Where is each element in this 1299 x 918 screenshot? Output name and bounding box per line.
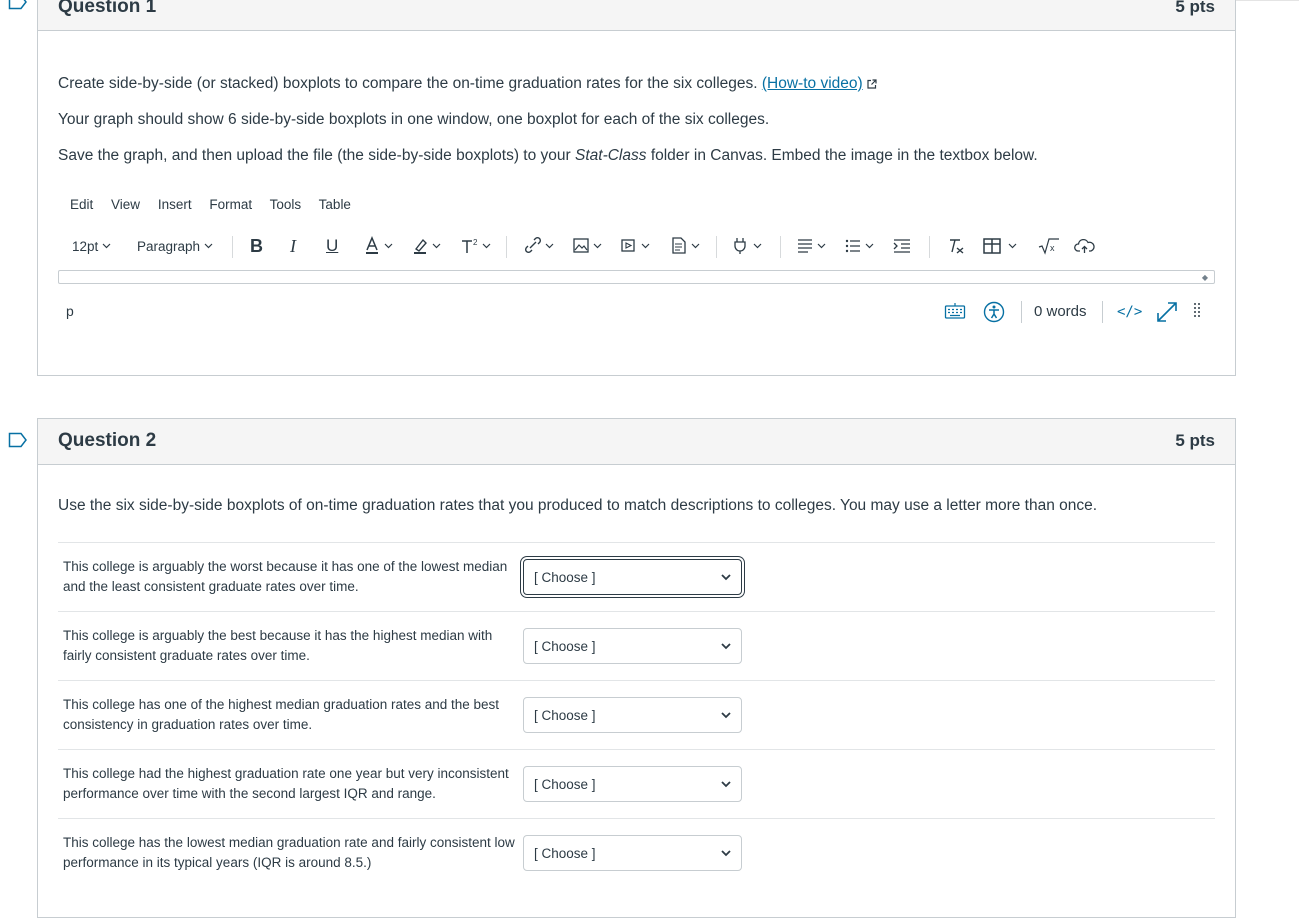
drag-handle-icon[interactable] (1192, 301, 1202, 321)
align-icon[interactable] (796, 233, 830, 259)
flag-question-icon[interactable] (8, 0, 28, 10)
font-size-dropdown[interactable]: 12pt (72, 233, 111, 259)
match-row: This college has the lowest median gradu… (58, 818, 1215, 887)
match-description: This college has the lowest median gradu… (63, 835, 515, 870)
question-1-points: 5 pts (1175, 0, 1215, 16)
html-editor-toggle[interactable]: </> (1117, 304, 1142, 320)
menu-insert[interactable]: Insert (158, 197, 192, 212)
highlight-color-icon[interactable] (412, 233, 444, 259)
editor-menubar: Edit View Insert Format Tools Table (70, 197, 365, 212)
match-row: This college has one of the highest medi… (58, 680, 1215, 749)
flag-question-icon[interactable] (8, 432, 28, 448)
chevron-down-icon (721, 780, 731, 787)
question-2-text: Use the six side-by-side boxplots of on-… (58, 497, 1098, 514)
chevron-down-icon (721, 711, 731, 718)
list-icon[interactable] (844, 233, 878, 259)
chevron-down-icon (204, 243, 213, 249)
chevron-down-icon (721, 642, 731, 649)
chevron-down-icon (102, 243, 111, 249)
cloud-upload-icon[interactable] (1074, 233, 1096, 259)
italic-icon[interactable]: I (290, 233, 296, 259)
match-description: This college is arguably the worst becau… (63, 559, 508, 594)
match-answer-select[interactable]: [ Choose ] (523, 628, 742, 664)
table-icon[interactable] (982, 233, 1022, 259)
match-description: This college is arguably the best becaus… (63, 628, 493, 663)
question-2-title: Question 2 (58, 430, 157, 451)
apps-plugin-icon[interactable] (732, 233, 766, 259)
how-to-video-link[interactable]: (How-to video) (762, 75, 863, 92)
rich-content-editor[interactable]: ◆ (58, 270, 1215, 284)
match-answer-select[interactable]: [ Choose ] (523, 835, 742, 871)
underline-icon[interactable]: U (326, 233, 338, 259)
editor-statusbar: p 0 words </> (58, 297, 1215, 327)
document-icon[interactable] (670, 233, 704, 259)
match-description: This college had the highest graduation … (63, 766, 509, 801)
question-1-text-line-2: Your graph should show 6 side-by-side bo… (58, 111, 770, 128)
page-divider (1236, 0, 1299, 1)
question-1-header: Question 1 5 pts (38, 0, 1235, 31)
question-2-card: Question 2 5 pts Use the six side-by-sid… (37, 418, 1236, 918)
menu-table[interactable]: Table (319, 197, 351, 212)
word-count[interactable]: 0 words (1034, 303, 1087, 320)
media-icon[interactable] (620, 233, 654, 259)
question-1-text-line-3: Save the graph, and then upload the file… (58, 147, 1038, 164)
question-1-title: Question 1 (58, 0, 157, 17)
menu-view[interactable]: View (111, 197, 140, 212)
match-description: This college has one of the highest medi… (63, 697, 500, 732)
bold-icon[interactable]: B (250, 233, 263, 259)
match-row: This college had the highest graduation … (58, 749, 1215, 818)
question-1-text-line-1: Create side-by-side (or stacked) boxplot… (58, 75, 877, 93)
image-icon[interactable] (572, 233, 606, 259)
indent-icon[interactable] (892, 233, 912, 259)
text-color-icon[interactable] (364, 233, 396, 259)
external-link-icon (867, 79, 877, 89)
resize-arrow-icon: ◆ (1201, 273, 1208, 282)
match-answer-select[interactable]: [ Choose ] (523, 766, 742, 802)
clear-formatting-icon[interactable] (946, 233, 966, 259)
svg-text:x: x (1050, 243, 1055, 253)
question-2-points: 5 pts (1175, 431, 1215, 450)
link-icon[interactable] (524, 233, 558, 259)
fullscreen-icon[interactable] (1156, 301, 1178, 323)
menu-tools[interactable]: Tools (270, 197, 302, 212)
question-2-header: Question 2 5 pts (38, 419, 1235, 465)
superscript-icon[interactable]: 2 (460, 233, 494, 259)
svg-text:2: 2 (473, 238, 478, 247)
keyboard-shortcuts-icon[interactable] (944, 301, 966, 321)
menu-format[interactable]: Format (209, 197, 252, 212)
question-1-card: Question 1 5 pts Create side-by-side (or… (37, 0, 1236, 376)
element-path[interactable]: p (66, 303, 74, 319)
match-answer-select[interactable]: [ Choose ] (523, 559, 742, 595)
menu-edit[interactable]: Edit (70, 197, 93, 212)
accessibility-checker-icon[interactable] (983, 301, 1005, 323)
match-answer-select[interactable]: [ Choose ] (523, 697, 742, 733)
paragraph-format-dropdown[interactable]: Paragraph (137, 233, 213, 259)
match-row: This college is arguably the worst becau… (58, 542, 1215, 611)
equation-icon[interactable]: x (1038, 233, 1060, 259)
editor-toolbar: 12pt Paragraph B I U 2 x (72, 233, 1222, 259)
chevron-down-icon (721, 849, 731, 856)
chevron-down-icon (721, 573, 731, 580)
match-row: This college is arguably the best becaus… (58, 611, 1215, 680)
